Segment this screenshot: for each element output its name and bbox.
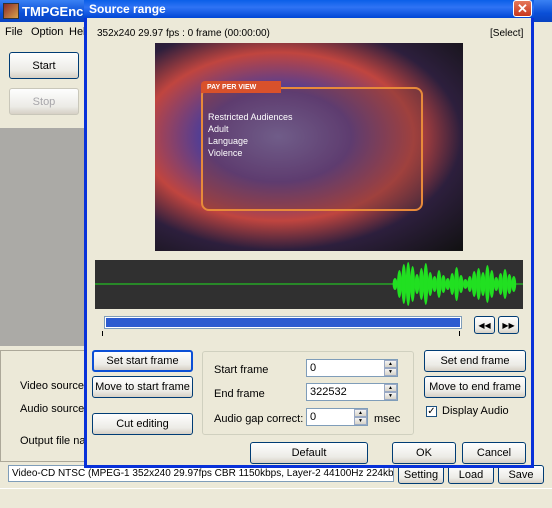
audio-gap-label: Audio gap correct:: [214, 413, 304, 425]
move-to-end-frame-button[interactable]: Move to end frame: [424, 376, 526, 398]
audio-source-label: Audio source:: [20, 403, 88, 415]
frame-slider-fill: [106, 318, 460, 327]
waveform-peak: [436, 270, 442, 298]
audio-waveform: [95, 260, 523, 309]
waveform-peak: [511, 276, 517, 292]
ppv-item: Violence: [208, 148, 243, 158]
menu-option[interactable]: Option: [31, 26, 63, 38]
ppv-item: Restricted Audiences: [208, 112, 293, 122]
cut-editing-button[interactable]: Cut editing: [92, 413, 193, 435]
waveform-peak: [471, 271, 477, 297]
waveform-peak: [485, 265, 490, 303]
waveform-peak: [502, 269, 508, 299]
dialog-titlebar: Source range: [84, 0, 534, 18]
waveform-peak: [445, 278, 451, 290]
cancel-button[interactable]: Cancel: [462, 442, 526, 464]
waveform-peak: [419, 268, 424, 300]
spin-down-icon[interactable]: ▼: [354, 417, 367, 425]
dialog-title: Source range: [89, 2, 166, 16]
waveform-peak: [458, 275, 464, 293]
display-audio-label: Display Audio: [442, 405, 509, 417]
spin-up-icon[interactable]: ▲: [354, 409, 367, 417]
slider-end-tick: [459, 331, 462, 336]
video-source-label: Video source:: [20, 380, 88, 392]
audio-gap-spinner[interactable]: ▲ ▼: [354, 409, 367, 425]
spin-up-icon[interactable]: ▲: [384, 360, 397, 368]
waveform-peak: [493, 277, 499, 291]
waveform-peak: [410, 266, 415, 302]
waveform-peak: [414, 274, 420, 294]
checkmark-icon: ✓: [427, 405, 436, 417]
move-to-start-frame-button[interactable]: Move to start frame: [92, 376, 193, 398]
ppv-item: Adult: [208, 124, 229, 134]
spin-up-icon[interactable]: ▲: [384, 384, 397, 392]
waveform-peak: [449, 273, 455, 295]
end-frame-label: End frame: [214, 388, 265, 400]
end-frame-spinner[interactable]: ▲ ▼: [384, 384, 397, 400]
waveform-peak: [397, 270, 402, 298]
default-button[interactable]: Default: [250, 442, 368, 464]
waveform-peak: [480, 272, 486, 296]
main-window-bottom: [0, 488, 552, 508]
menu-file[interactable]: File: [5, 26, 23, 38]
waveform-peak: [405, 262, 411, 306]
spin-down-icon[interactable]: ▼: [384, 368, 397, 376]
waveform-peak: [507, 274, 512, 294]
waveform-peak: [467, 276, 473, 292]
app-icon: [3, 3, 19, 19]
stop-button[interactable]: Stop: [9, 88, 79, 115]
spin-down-icon[interactable]: ▼: [384, 392, 397, 400]
waveform-peak: [427, 272, 433, 296]
audio-gap-unit: msec: [374, 413, 401, 425]
preview-area: [0, 128, 84, 346]
start-frame-spinner[interactable]: ▲ ▼: [384, 360, 397, 376]
set-start-frame-button[interactable]: Set start frame: [92, 350, 193, 372]
set-end-frame-button[interactable]: Set end frame: [424, 350, 526, 372]
waveform-peak: [476, 268, 481, 300]
select-label[interactable]: [Select]: [490, 28, 523, 39]
waveform-peak: [489, 270, 495, 298]
waveform-peak: [401, 264, 407, 304]
ppv-header: PAY PER VIEW: [201, 81, 281, 93]
next-frame-button[interactable]: ▶▶: [498, 316, 519, 334]
waveform-graphic: [95, 262, 523, 306]
display-audio-checkbox[interactable]: ✓: [426, 406, 437, 417]
ppv-item: Language: [208, 136, 249, 146]
waveform-peak: [463, 279, 468, 289]
previous-frame-button[interactable]: ◀◀: [474, 316, 495, 334]
close-icon[interactable]: ✕: [513, 0, 532, 17]
frame-info: 352x240 29.97 fps : 0 frame (00:00:00): [97, 28, 270, 39]
ok-button[interactable]: OK: [392, 442, 456, 464]
slider-start-tick: [102, 331, 105, 336]
waveform-peak: [423, 263, 429, 305]
waveform-peak: [392, 278, 398, 290]
start-frame-label: Start frame: [214, 364, 269, 376]
start-button[interactable]: Start: [9, 52, 79, 79]
waveform-peak: [432, 276, 437, 292]
waveform-peak: [498, 273, 503, 295]
waveform-peak: [441, 275, 446, 293]
waveform-peak: [454, 267, 459, 301]
